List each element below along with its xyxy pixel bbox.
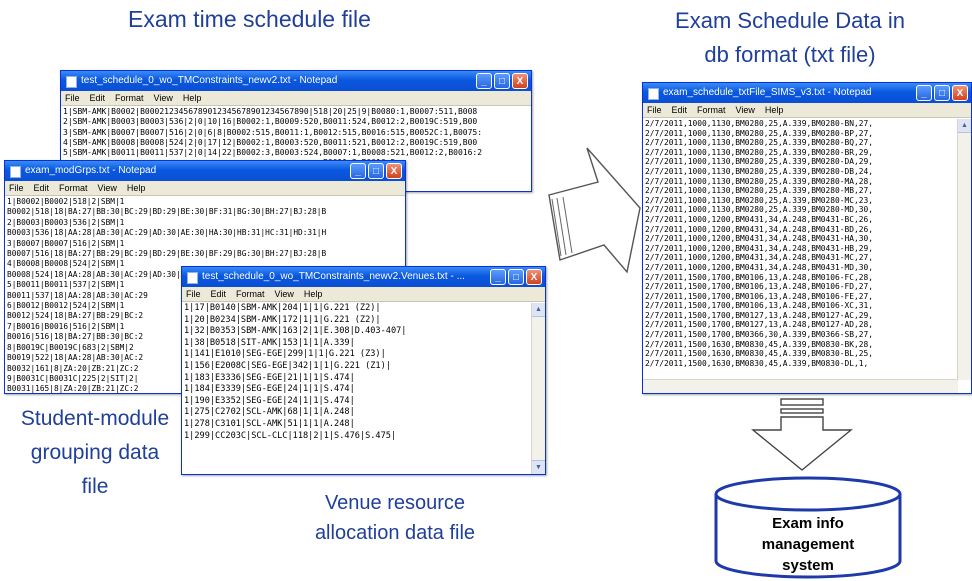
database-label-line2: management (761, 536, 855, 553)
conversion-arrow-icon (548, 147, 641, 274)
down-arrow-icon (751, 398, 853, 471)
diagram-shapes (548, 147, 902, 579)
database-label: Exam info management system (716, 513, 900, 576)
database-label-line1: Exam info (772, 515, 844, 532)
database-label-line3: system (782, 557, 834, 574)
